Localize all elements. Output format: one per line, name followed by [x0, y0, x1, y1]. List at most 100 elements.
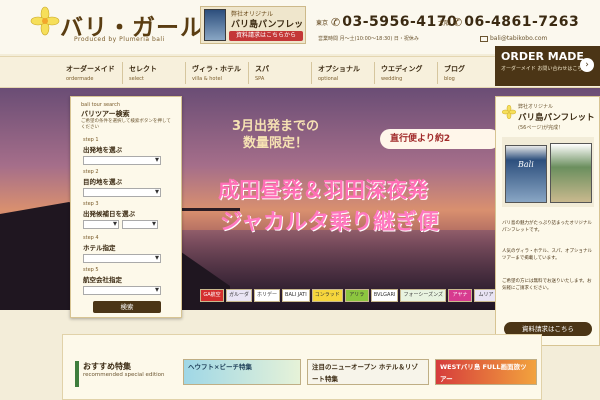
hero-badge: 直行便より約2	[380, 129, 500, 149]
nav-item-optional[interactable]: オプショナル optional	[311, 62, 374, 84]
partner-logo[interactable]: アリラ	[344, 289, 369, 302]
step-label: 出発候補日を選ぶ	[83, 210, 135, 218]
phone-city-label: 大阪	[438, 19, 451, 27]
step-label: 航空会社指定	[83, 276, 122, 284]
step-number: step 3	[83, 201, 99, 207]
nav-item-blog[interactable]: ブログ blog	[437, 62, 500, 84]
pamphlet-text-2: 人気のヴィラ・ホテル、スパ、オプショナルツアーまで掲載しています。	[502, 249, 592, 261]
phone-icon: ✆	[453, 15, 463, 29]
nav-sublabel: villa & hotel	[192, 76, 222, 82]
search-step-date: step 3 出発候補日を選ぶ	[83, 201, 173, 229]
pamphlet-text-3: ご希望の方には無料でお送りいたします。お気軽にご請求ください。	[502, 279, 592, 291]
pamphlet-card: 弊社オリジナル バリ島パンフレット (56ページ)が完成！ Bali バリ島の魅…	[495, 96, 600, 346]
email-link[interactable]: bali@tabikobo.com	[480, 35, 547, 42]
step-number: step 4	[83, 235, 99, 241]
pamphlet-title: バリ島パンフレット	[518, 113, 595, 123]
search-step-airline: step 5 航空会社指定	[83, 267, 173, 295]
partner-logo[interactable]: ガルーダ	[226, 289, 253, 302]
search-panel-description: ご希望の条件を選択して検索ボタンを押してください	[81, 119, 171, 130]
pamphlet-text-1: バリ島の魅力がたっぷり詰まったオリジナルパンフレットです。	[502, 221, 592, 233]
email-address: bali@tabikobo.com	[490, 35, 548, 42]
order-made-title: ORDER MADE	[501, 50, 584, 63]
brochure-request-button[interactable]: 資料請求はこちらから	[229, 31, 303, 41]
pamphlet-cover: Bali	[505, 145, 547, 203]
step-number: step 1	[83, 137, 99, 143]
step-label: 目的地を選ぶ	[83, 178, 122, 186]
main-nav: オーダーメイド ordermade セレクト select ヴィラ・ホテル villa…	[60, 62, 500, 84]
month-select[interactable]	[83, 219, 119, 229]
nav-label: オプショナル	[318, 65, 360, 73]
phone-city-label: 東京	[316, 19, 329, 27]
pamphlet-subtitle: (56ページ)が完成！	[518, 125, 564, 131]
destination-select[interactable]	[83, 187, 161, 197]
hero-limited-offer: 3月出発までの 数量限定！	[232, 118, 319, 152]
order-made-banner[interactable]: ORDER MADE オーダーメイド お問い合わせはこちら ›	[495, 46, 600, 86]
nav-sublabel: select	[129, 76, 144, 82]
partner-logo[interactable]: GA航空	[200, 289, 224, 302]
nav-item-wedding[interactable]: ウエディング wedding	[374, 62, 437, 84]
feature-banner-new-open[interactable]: 注目のニューオープン ホテル＆リゾート特集	[307, 359, 429, 385]
nav-label: ブログ	[444, 65, 465, 73]
recommended-subtitle: recommended special edition	[83, 372, 165, 378]
phone-icon: ✆	[331, 15, 341, 29]
partner-logo[interactable]: アヤナ	[448, 289, 472, 302]
brochure-thumbnail	[204, 9, 226, 41]
recommended-title: おすすめ特集	[83, 362, 131, 371]
nav-sublabel: ordermade	[66, 76, 94, 82]
logo-tagline: Produced by Plumeria bali	[74, 36, 165, 43]
partner-logo[interactable]: BVLGARI	[370, 289, 399, 302]
step-label: 出発地を選ぶ	[83, 146, 122, 154]
phone-number: 06-4861-7263	[464, 14, 580, 30]
search-step-destination: step 2 目的地を選ぶ	[83, 169, 173, 197]
partner-logo[interactable]: フォーシーズンズ	[400, 289, 446, 302]
chevron-right-icon: ›	[580, 58, 594, 72]
nav-item-select[interactable]: セレクト select	[122, 62, 185, 84]
partner-logo[interactable]: BALI JATI	[282, 289, 310, 302]
hero-deal-line2: 数量限定！	[243, 136, 309, 151]
departure-select[interactable]	[83, 155, 161, 165]
hero-deal-line1: 3月出発までの	[232, 119, 320, 134]
day-select[interactable]	[122, 219, 158, 229]
hero-headline-1: 成田昼発＆羽田深夜発	[218, 178, 428, 202]
nav-sublabel: optional	[318, 76, 339, 82]
nav-sublabel: wedding	[381, 76, 403, 82]
search-step-hotel: step 4 ホテル指定	[83, 235, 173, 263]
nav-item-ordermade[interactable]: オーダーメイド ordermade	[60, 62, 122, 84]
search-panel-en: bali tour search	[81, 102, 121, 108]
nav-sublabel: SPA	[255, 76, 265, 82]
plumeria-icon	[502, 105, 516, 119]
section-accent-bar	[75, 361, 79, 387]
search-panel-title: バリツアー検索	[81, 110, 130, 118]
nav-label: ヴィラ・ホテル	[192, 65, 241, 73]
step-number: step 2	[83, 169, 99, 175]
pamphlet-inside-page	[550, 143, 592, 203]
nav-label: スパ	[255, 65, 269, 73]
pamphlet-image[interactable]: Bali	[502, 137, 594, 207]
nav-label: オーダーメイド	[66, 65, 115, 73]
pamphlet-cover-title: Bali	[518, 160, 534, 169]
recommended-section: おすすめ特集 recommended special edition ヘウフト×…	[62, 334, 542, 400]
phone-tokyo[interactable]: 東京 ✆ 03-5956-4170	[316, 14, 457, 30]
step-number: step 5	[83, 267, 99, 273]
tour-search-panel: bali tour search バリツアー検索 ご希望の条件を選択して検索ボタ…	[70, 96, 182, 318]
airline-select[interactable]	[83, 285, 161, 295]
hero-headline-2: ジャカルタ乗り継ぎ便	[220, 210, 439, 235]
partner-logo-strip: GA航空 ガルーダ ホリデー BALI JATI コンラッド アリラ BVLGA…	[200, 289, 498, 302]
nav-item-villa-hotel[interactable]: ヴィラ・ホテル villa & hotel	[185, 62, 248, 84]
feature-banner-west-bali[interactable]: WESTバリ島 FULL画面旅ツアー	[435, 359, 537, 385]
business-hours: 営業時間 月〜土(10:00〜18:30) 日・祝休み	[318, 36, 419, 42]
brochure-promo-banner[interactable]: 弊社オリジナル バリ島パンフレット 資料請求はこちらから	[200, 6, 306, 44]
nav-item-spa[interactable]: スパ SPA	[248, 62, 311, 84]
hotel-select[interactable]	[83, 253, 161, 263]
search-step-departure: step 1 出発地を選ぶ	[83, 137, 173, 165]
nav-sublabel: blog	[444, 76, 455, 82]
phone-osaka[interactable]: 大阪 ✆ 06-4861-7263	[438, 14, 579, 30]
plumeria-logo-icon	[30, 6, 60, 36]
partner-logo[interactable]: ホリデー	[254, 289, 281, 302]
partner-logo[interactable]: コンラッド	[311, 289, 343, 302]
order-made-subtitle: オーダーメイド お問い合わせはこちら	[501, 66, 588, 72]
pamphlet-label: 弊社オリジナル	[518, 104, 554, 110]
search-button[interactable]: 検索	[93, 301, 161, 313]
feature-banner-beach[interactable]: ヘウフト×ビーチ特集	[183, 359, 301, 385]
mail-icon	[480, 35, 488, 42]
